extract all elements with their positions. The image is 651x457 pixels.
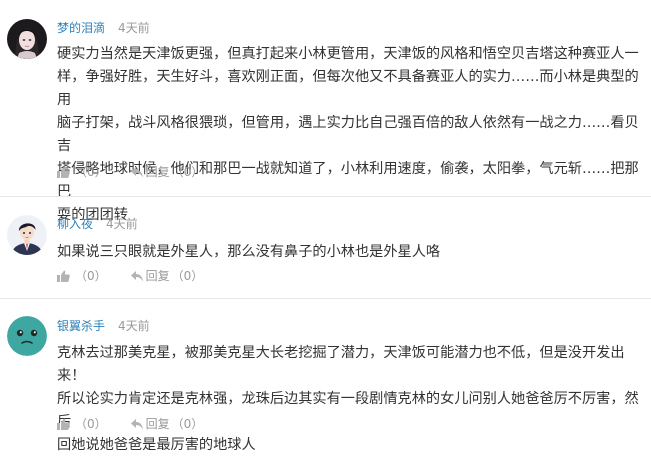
comment-text-line: 克林去过那美克星，被那美克星大长老挖掘了潜力，天津饭可能潜力也不低，但是没开发出… <box>57 345 625 384</box>
comment-text: 如果说三只眼就是外星人，那么没有鼻子的小林也是外星人咯 <box>57 241 647 264</box>
teal-blob-face-avatar-icon <box>7 316 47 356</box>
thumbs-up-icon <box>57 418 70 430</box>
username-link[interactable]: 柳入夜 <box>57 217 93 231</box>
avatar[interactable] <box>7 19 47 59</box>
like-count: （0） <box>75 269 107 283</box>
reply-label: 回复 <box>145 165 170 179</box>
comment-text-line: 耍的团团转 <box>57 207 128 223</box>
avatar[interactable] <box>7 215 47 255</box>
thumbs-up-icon <box>57 270 70 282</box>
reply-arrow-icon <box>130 270 143 281</box>
like-button[interactable]: （0） <box>57 268 107 284</box>
divider <box>0 196 651 197</box>
reply-button[interactable]: 回复 （0） <box>130 416 204 432</box>
reply-label: 回复 <box>145 269 170 283</box>
like-button[interactable]: （0） <box>57 164 107 180</box>
username-link[interactable]: 银翼杀手 <box>57 319 105 333</box>
girl-portrait-avatar-icon <box>7 19 47 59</box>
comment-text-line: 如果说三只眼就是外星人，那么没有鼻子的小林也是外星人咯 <box>57 244 441 260</box>
reply-count: （0） <box>171 417 204 431</box>
reply-label: 回复 <box>145 417 170 431</box>
comment-actions: （0） 回复 （0） <box>57 164 203 180</box>
comment-text-line: 脑子打架，战斗风格很猥琐，但管用，遇上实力比自己强百倍的敌人依然有一战之力……看… <box>57 115 639 154</box>
timestamp: 4天前 <box>106 217 138 231</box>
comment-actions: （0） 回复 （0） <box>57 416 203 432</box>
comment-text-line: 样，争强好胜，天生好斗，喜欢刚正面，但每次他又不具备赛亚人的实力……而小林是典型… <box>57 69 639 108</box>
comment-text: 克林去过那美克星，被那美克星大长老挖掘了潜力，天津饭可能潜力也不低，但是没开发出… <box>57 342 647 457</box>
comment-meta: 柳入夜 4天前 <box>57 216 138 232</box>
comment-actions: （0） 回复 （0） <box>57 268 203 284</box>
divider <box>0 298 651 299</box>
like-count: （0） <box>75 165 107 179</box>
reply-button[interactable]: 回复 （0） <box>130 268 204 284</box>
reply-count: （0） <box>171 269 204 283</box>
reply-arrow-icon <box>130 166 143 177</box>
thumbs-up-icon <box>57 166 70 178</box>
comment-text: 硬实力当然是天津饭更强，但真打起来小林更管用，天津饭的风格和悟空贝吉塔这种赛亚人… <box>57 43 647 227</box>
man-in-suit-avatar-icon <box>7 215 47 255</box>
like-count: （0） <box>75 417 107 431</box>
comment-text-line: 硬实力当然是天津饭更强，但真打起来小林更管用，天津饭的风格和悟空贝吉塔这种赛亚人… <box>57 46 639 62</box>
avatar[interactable] <box>7 316 47 356</box>
comment-text-line: 回她说她爸爸是最厉害的地球人 <box>57 437 256 453</box>
comment-meta: 梦的泪滴 4天前 <box>57 20 150 36</box>
comment-meta: 银翼杀手 4天前 <box>57 318 150 334</box>
reply-button[interactable]: 回复 （0） <box>130 164 204 180</box>
timestamp: 4天前 <box>118 21 150 35</box>
reply-count: （0） <box>171 165 204 179</box>
timestamp: 4天前 <box>118 319 150 333</box>
username-link[interactable]: 梦的泪滴 <box>57 21 105 35</box>
reply-arrow-icon <box>130 418 143 429</box>
like-button[interactable]: （0） <box>57 416 107 432</box>
